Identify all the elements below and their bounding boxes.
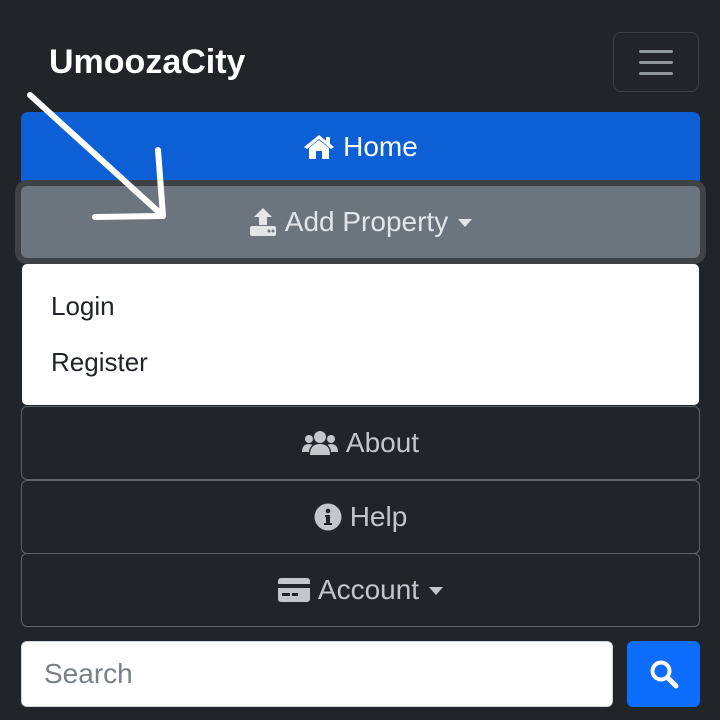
- home-icon: [304, 134, 335, 159]
- search-button[interactable]: [627, 641, 700, 707]
- search-input[interactable]: [21, 641, 613, 707]
- brand-title[interactable]: UmoozaCity: [49, 38, 245, 86]
- nav-help-link[interactable]: Help: [21, 480, 700, 554]
- hamburger-menu-icon-bar: [639, 71, 673, 75]
- nav-home-label: Home: [343, 130, 418, 162]
- caret-down-icon: [458, 219, 473, 227]
- nav-home-link[interactable]: Home: [21, 112, 700, 181]
- hamburger-menu-icon: [639, 49, 673, 53]
- nav-add-property-dropdown-toggle[interactable]: Add Property: [21, 186, 700, 258]
- dropdown-item-register[interactable]: Register: [51, 344, 148, 380]
- caret-down-icon: [429, 587, 444, 595]
- hamburger-menu-icon-bar: [639, 60, 673, 64]
- nav-about-label: About: [345, 427, 420, 458]
- info-circle-icon: [314, 503, 342, 531]
- credit-card-icon: [277, 578, 310, 602]
- nav-about-link[interactable]: About: [21, 406, 700, 480]
- dropdown-item-login[interactable]: Login: [51, 288, 115, 324]
- nav-account-label: Account: [317, 574, 420, 605]
- users-icon: [301, 431, 338, 455]
- add-property-dropdown-menu: Login Register: [22, 264, 699, 405]
- nav-help-label: Help: [349, 501, 408, 532]
- navbar-toggler-button[interactable]: [613, 32, 699, 92]
- nav-add-property-label: Add Property: [284, 206, 449, 237]
- upload-icon: [249, 208, 276, 236]
- nav-account-dropdown-toggle[interactable]: Account: [21, 553, 700, 627]
- search-icon: [650, 660, 678, 689]
